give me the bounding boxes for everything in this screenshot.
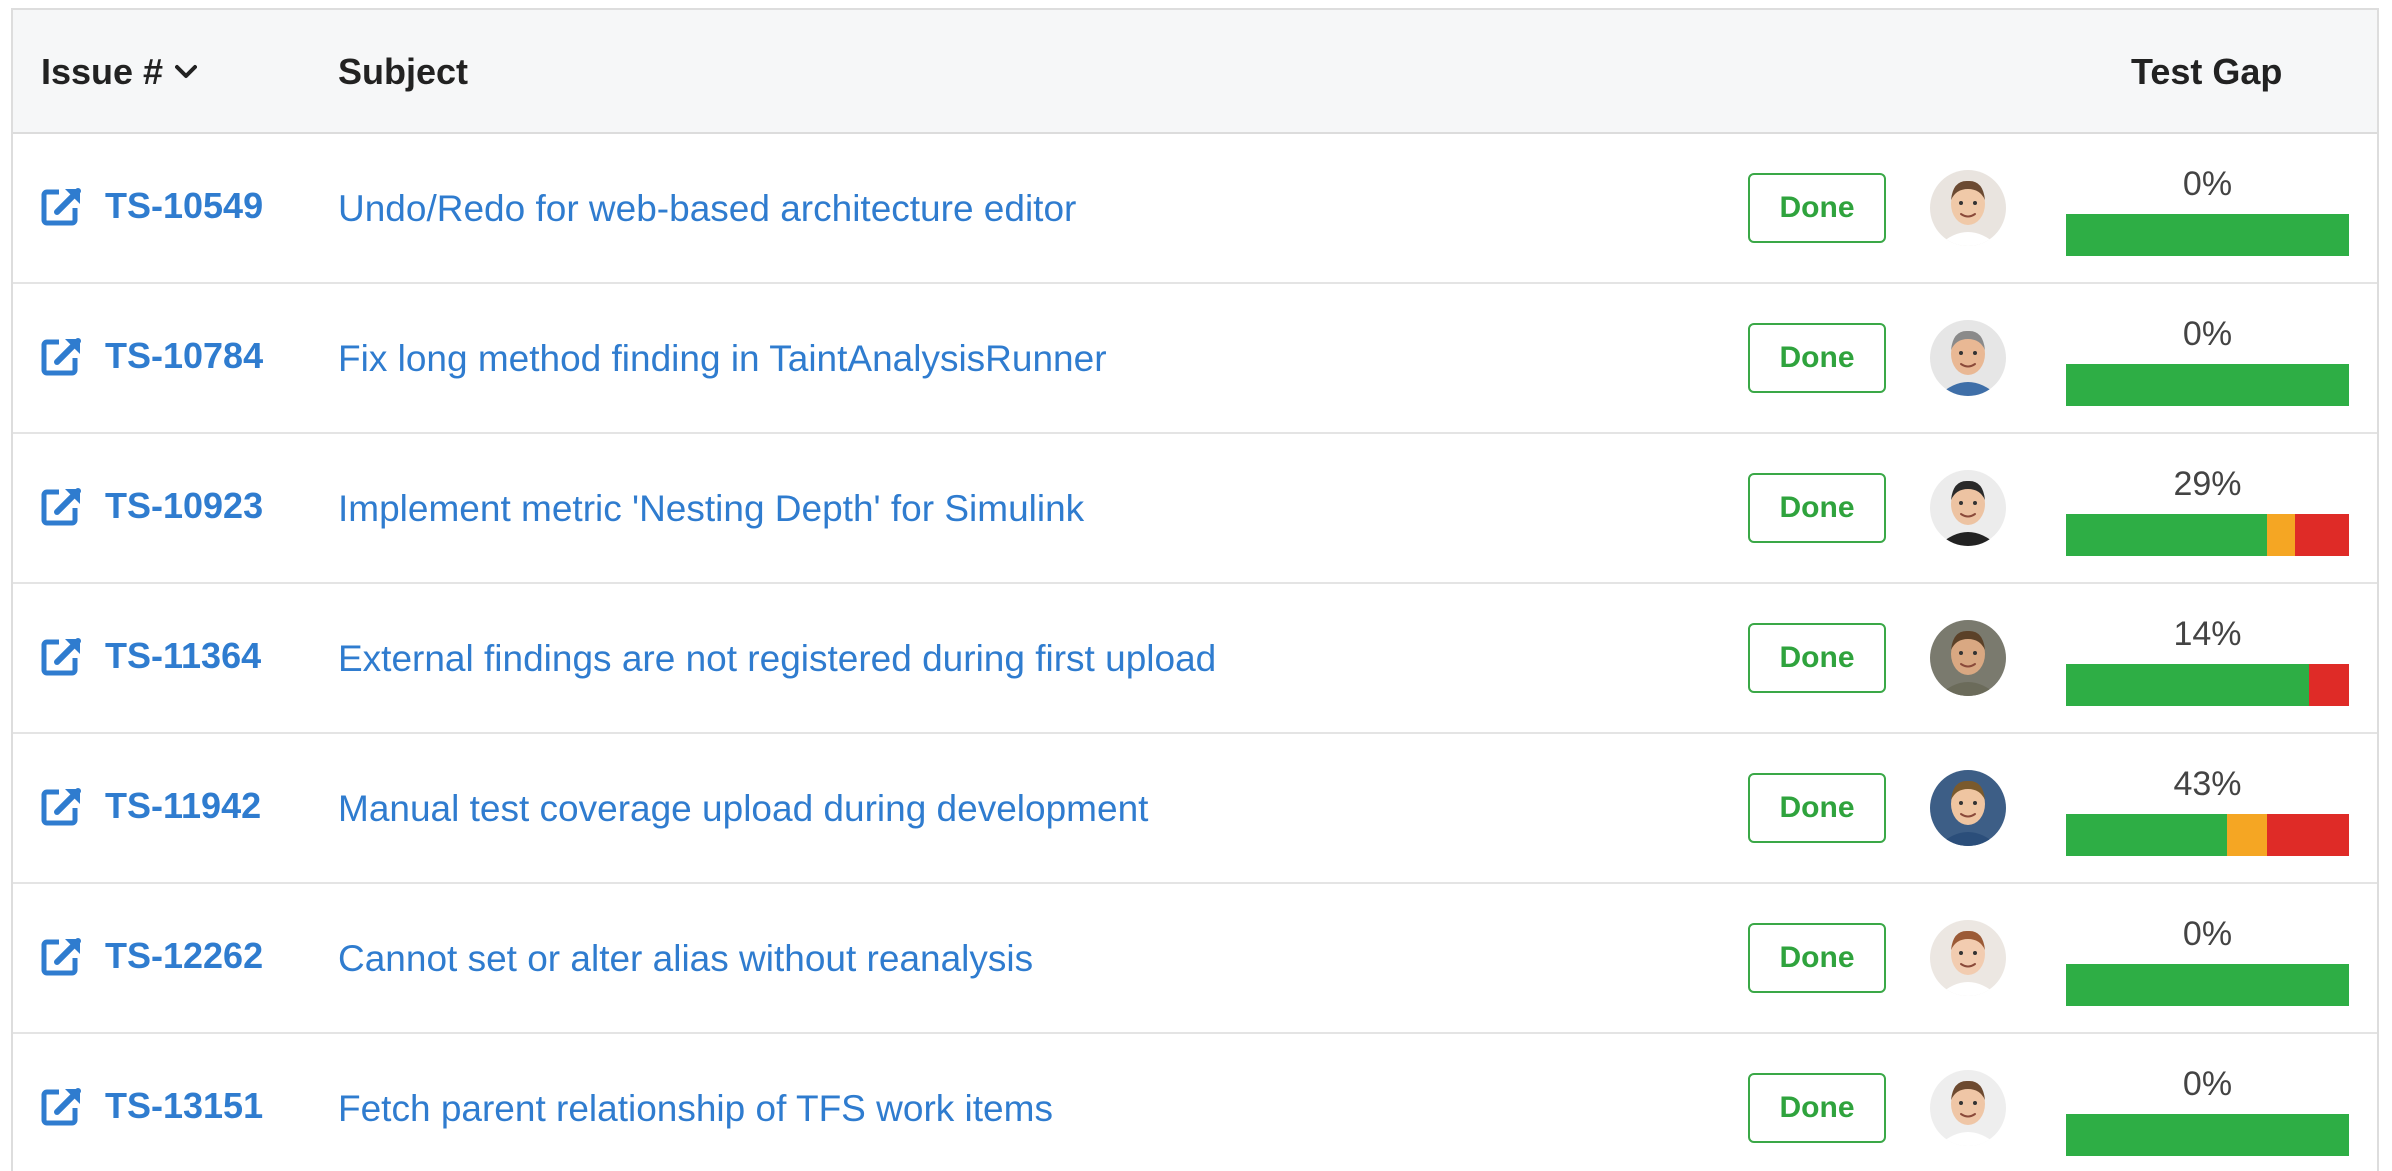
issue-link[interactable]: TS-11942: [41, 785, 261, 827]
table-row: TS-11364 External findings are not regist…: [13, 584, 2377, 734]
test-gap-cell: 43%: [2066, 764, 2349, 856]
status-badge: Done: [1748, 623, 1886, 693]
test-gap-bar: [2066, 514, 2349, 556]
tested-segment: [2066, 664, 2310, 706]
test-gap-cell: 0%: [2066, 164, 2349, 256]
table-row: TS-10923 Implement metric 'Nesting Depth'…: [13, 434, 2377, 584]
issue-id: TS-10549: [105, 185, 264, 226]
table-body: TS-10549 Undo/Redo for web-based architec…: [13, 134, 2377, 1171]
issue-subject-link[interactable]: Manual test coverage upload during devel…: [338, 788, 1148, 830]
avatar[interactable]: [1930, 320, 2006, 396]
table-row: TS-13151 Fetch parent relationship of TFS…: [13, 1034, 2377, 1171]
issue-link[interactable]: TS-10784: [41, 335, 263, 377]
external-link-icon: [41, 486, 83, 526]
untested-segment: [2295, 514, 2349, 556]
test-gap-bar: [2066, 214, 2349, 256]
issue-id: TS-11364: [105, 635, 262, 676]
tested-segment: [2066, 814, 2228, 856]
issue-id: TS-10923: [105, 485, 264, 526]
chevron-down-icon: [175, 64, 198, 80]
avatar[interactable]: [1930, 920, 2006, 996]
test-gap-cell: 0%: [2066, 314, 2349, 406]
table-row: TS-10784 Fix long method finding in Taint…: [13, 284, 2377, 434]
test-gap-percent: 0%: [2182, 165, 2233, 203]
tested-segment: [2066, 214, 2349, 256]
external-link-icon: [41, 1086, 83, 1126]
status-badge: Done: [1748, 1073, 1886, 1143]
test-gap-percent: 0%: [2182, 1065, 2233, 1103]
avatar[interactable]: [1930, 470, 2006, 546]
issue-subject-link[interactable]: External findings are not registered dur…: [338, 638, 1216, 680]
test-gap-cell: 29%: [2066, 464, 2349, 556]
issue-subject-link[interactable]: Cannot set or alter alias without reanal…: [338, 938, 1033, 980]
test-gap-cell: 14%: [2066, 614, 2349, 706]
test-gap-bar: [2066, 1114, 2349, 1156]
issue-link[interactable]: TS-13151: [41, 1085, 263, 1127]
status-badge: Done: [1748, 773, 1886, 843]
tested-segment: [2066, 364, 2349, 406]
external-link-icon: [41, 786, 83, 826]
avatar[interactable]: [1930, 1070, 2006, 1146]
issue-id: TS-10784: [105, 335, 264, 376]
tested-segment: [2066, 1114, 2349, 1156]
status-badge: Done: [1748, 323, 1886, 393]
external-link-icon: [41, 186, 83, 226]
tested-segment: [2066, 514, 2267, 556]
issue-link[interactable]: TS-10549: [41, 185, 263, 227]
issue-id: TS-13151: [105, 1085, 264, 1126]
untested-segment: [2266, 814, 2349, 856]
issue-subject-link[interactable]: Undo/Redo for web-based architecture edi…: [338, 188, 1076, 230]
avatar[interactable]: [1930, 770, 2006, 846]
issue-subject-link[interactable]: Implement metric 'Nesting Depth' for Sim…: [338, 488, 1084, 530]
test-gap-bar: [2066, 364, 2349, 406]
avatar[interactable]: [1930, 620, 2006, 696]
test-gap-cell: 0%: [2066, 914, 2349, 1006]
sort-by-issue-button[interactable]: Issue #: [41, 51, 198, 93]
external-link-icon: [41, 636, 83, 676]
test-gap-percent: 0%: [2182, 315, 2233, 353]
tested-segment: [2066, 964, 2349, 1006]
external-link-icon: [41, 936, 83, 976]
test-gap-percent: 29%: [2173, 465, 2242, 503]
test-gap-bar: [2066, 664, 2349, 706]
test-gap-percent: 14%: [2173, 615, 2242, 653]
test-gap-percent: 43%: [2173, 765, 2242, 803]
issue-link[interactable]: TS-11364: [41, 635, 261, 677]
test-gap-cell: 0%: [2066, 1064, 2349, 1156]
test-gap-bar: [2066, 814, 2349, 856]
issue-link[interactable]: TS-12262: [41, 935, 263, 977]
issue-subject-link[interactable]: Fetch parent relationship of TFS work it…: [338, 1088, 1053, 1130]
status-badge: Done: [1748, 473, 1886, 543]
modified-untested-segment: [2266, 514, 2296, 556]
table-row: TS-10549 Undo/Redo for web-based architec…: [13, 134, 2377, 284]
avatar[interactable]: [1930, 170, 2006, 246]
untested-segment: [2309, 664, 2349, 706]
modified-untested-segment: [2227, 814, 2267, 856]
issue-id: TS-11942: [105, 785, 262, 826]
issue-subject-link[interactable]: Fix long method finding in TaintAnalysis…: [338, 338, 1107, 380]
test-gap-bar: [2066, 964, 2349, 1006]
issues-table: Issue # Subject Test Gap TS-10549 Undo/Re…: [11, 8, 2379, 1171]
table-row: TS-11942 Manual test coverage upload duri…: [13, 734, 2377, 884]
test-gap-column-header: Test Gap: [2131, 51, 2283, 92]
table-row: TS-12262 Cannot set or alter alias withou…: [13, 884, 2377, 1034]
status-badge: Done: [1748, 173, 1886, 243]
subject-column-header: Subject: [338, 51, 469, 92]
external-link-icon: [41, 336, 83, 376]
table-header: Issue # Subject Test Gap: [13, 10, 2377, 134]
test-gap-percent: 0%: [2182, 915, 2233, 953]
issue-id: TS-12262: [105, 935, 264, 976]
issue-link[interactable]: TS-10923: [41, 485, 263, 527]
status-badge: Done: [1748, 923, 1886, 993]
issue-column-header: Issue #: [41, 51, 164, 92]
